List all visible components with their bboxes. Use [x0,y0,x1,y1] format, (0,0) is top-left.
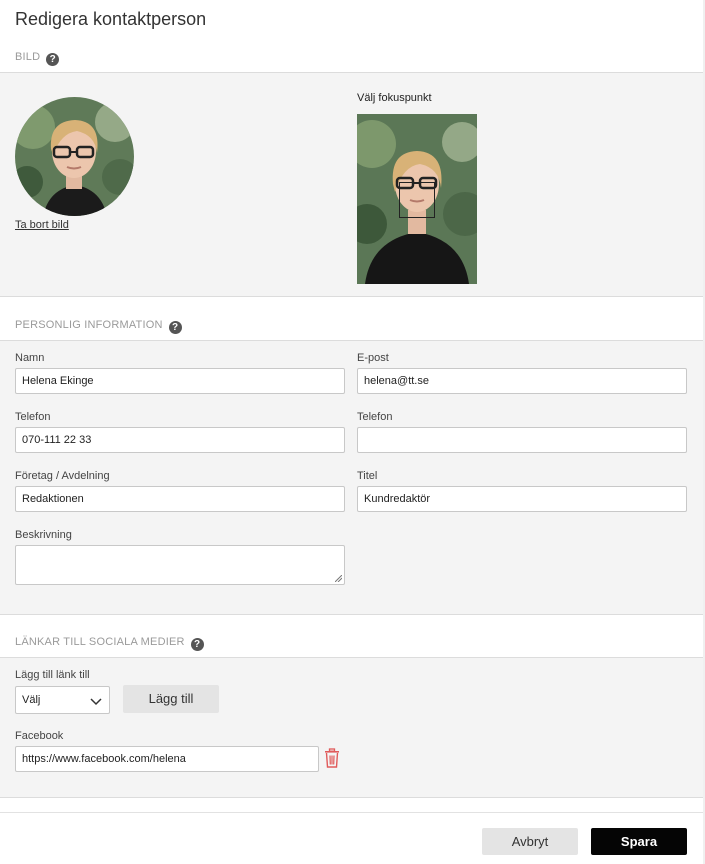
remove-image-link[interactable]: Ta bort bild [15,219,69,231]
help-icon[interactable]: ? [46,53,60,66]
facebook-label: Facebook [15,730,64,742]
add-link-label: Lägg till länk till [15,669,90,681]
social-section-title: LÄNKAR TILL SOCIALA MEDIER [15,636,185,648]
email-input[interactable]: helena@tt.se [357,368,687,394]
help-icon[interactable]: ? [190,638,204,651]
company-input[interactable]: Redaktionen [15,486,345,512]
dialog-title: Redigera kontaktperson [15,9,207,29]
phone-secondary-input[interactable] [357,427,687,453]
social-section-header: LÄNKAR TILL SOCIALA MEDIER? [0,627,703,657]
footer-divider [0,812,703,813]
social-type-value: Välj [22,694,41,706]
personal-panel: Namn Helena Ekinge E-post helena@tt.se T… [0,340,703,615]
avatar-photo [15,97,134,216]
description-textarea[interactable] [15,545,345,585]
personal-section-title: PERSONLIG INFORMATION [15,319,163,331]
focus-point-label: Välj fokuspunkt [357,92,432,104]
focus-point-marker[interactable] [399,182,435,218]
facebook-input[interactable]: https://www.facebook.com/helena [15,746,319,772]
name-label: Namn [15,352,45,364]
save-button[interactable]: Spara [591,828,687,855]
phone-secondary-label: Telefon [357,411,393,423]
description-label: Beskrivning [15,529,72,541]
help-icon[interactable]: ? [168,321,182,334]
focus-point-image[interactable] [357,114,477,284]
resize-grip-icon[interactable] [335,575,342,582]
image-panel: Ta bort bild Välj fokuspunkt [0,72,703,297]
trash-icon[interactable] [323,748,341,768]
image-section-title: BILD [15,51,41,63]
company-label: Företag / Avdelning [15,470,110,482]
name-input[interactable]: Helena Ekinge [15,368,345,394]
phone-input[interactable]: 070-111 22 33 [15,427,345,453]
image-section-header: BILD? [0,42,703,72]
job-title-input[interactable]: Kundredaktör [357,486,687,512]
phone-label: Telefon [15,411,51,423]
chevron-down-icon [90,698,102,706]
email-label: E-post [357,352,389,364]
personal-section-header: PERSONLIG INFORMATION? [0,310,703,340]
social-panel: Lägg till länk till Välj Lägg till Faceb… [0,657,703,798]
social-type-select[interactable]: Välj [15,686,110,714]
job-title-label: Titel [357,470,378,482]
cancel-button[interactable]: Avbryt [482,828,578,855]
avatar [15,97,134,216]
add-link-button[interactable]: Lägg till [123,685,219,713]
